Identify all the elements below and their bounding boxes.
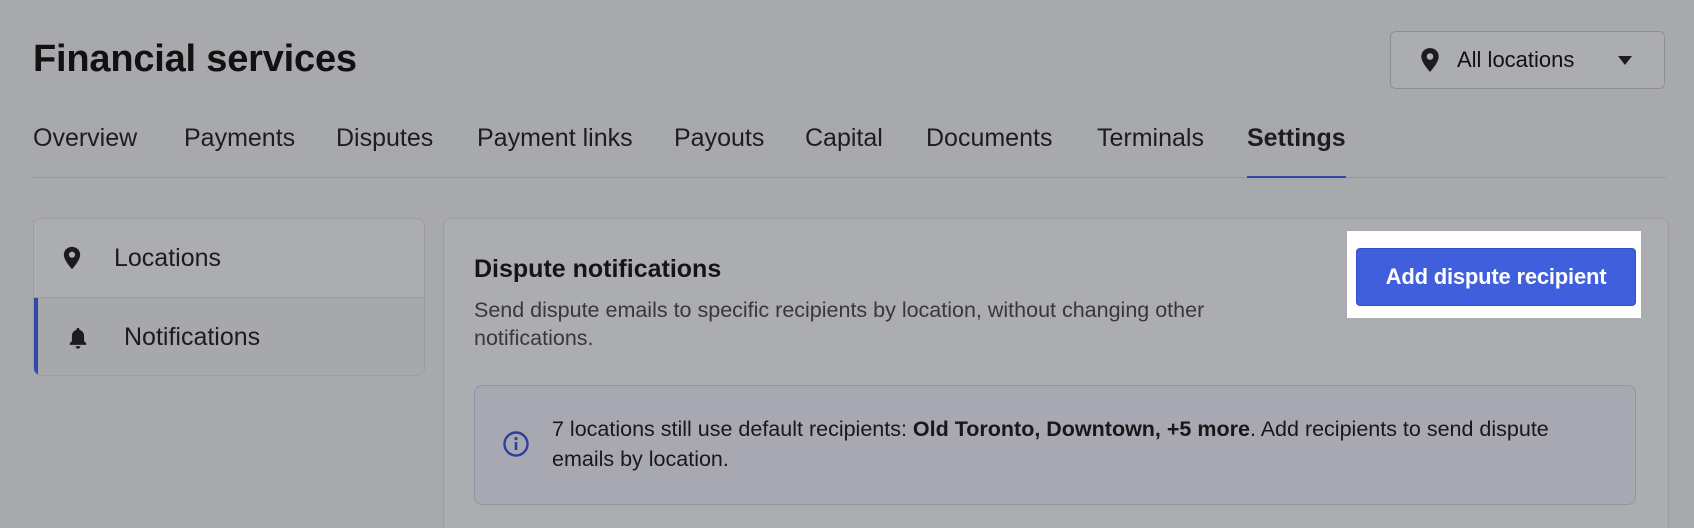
- location-select-label: All locations: [1457, 47, 1575, 72]
- map-pin-icon: [63, 246, 81, 270]
- tab-overview[interactable]: Overview: [33, 124, 137, 178]
- info-text-locations: Old Toronto, Downtown, +5 more: [912, 417, 1250, 441]
- settings-sidebar: Locations Notifications: [33, 218, 425, 376]
- map-pin-icon: [1421, 48, 1439, 72]
- tab-settings[interactable]: Settings: [1247, 124, 1346, 178]
- sidebar-item-label: Locations: [114, 243, 222, 272]
- page-title: Financial services: [33, 38, 357, 80]
- app-frame: Financial services All locations Overvie…: [0, 0, 1694, 528]
- location-select[interactable]: All locations: [1390, 31, 1665, 89]
- info-banner: 7 locations still use default recipients…: [474, 385, 1636, 505]
- tab-terminals[interactable]: Terminals: [1097, 124, 1204, 178]
- sidebar-item-label: Notifications: [124, 323, 261, 351]
- sidebar-item-notifications[interactable]: Notifications: [34, 298, 424, 375]
- tab-documents[interactable]: Documents: [926, 124, 1052, 178]
- tab-payments[interactable]: Payments: [184, 124, 295, 178]
- info-icon: [503, 431, 529, 457]
- panel-description: Send dispute emails to specific recipien…: [474, 298, 1205, 350]
- info-banner-text: 7 locations still use default recipients…: [552, 414, 1612, 474]
- add-dispute-recipient-button[interactable]: Add dispute recipient: [1356, 248, 1636, 306]
- tab-payouts[interactable]: Payouts: [674, 124, 764, 178]
- chevron-down-icon: [1618, 56, 1632, 65]
- bell-icon: [69, 327, 87, 349]
- panel-title: Dispute notifications: [474, 255, 722, 283]
- sidebar-item-locations[interactable]: Locations: [34, 219, 424, 298]
- info-text-prefix: 7 locations still use default recipients…: [552, 417, 913, 441]
- tab-capital[interactable]: Capital: [805, 124, 883, 178]
- tab-bar: Overview Payments Disputes Payment links…: [33, 118, 1666, 178]
- tab-payment-links[interactable]: Payment links: [477, 124, 633, 178]
- tab-disputes[interactable]: Disputes: [336, 124, 433, 178]
